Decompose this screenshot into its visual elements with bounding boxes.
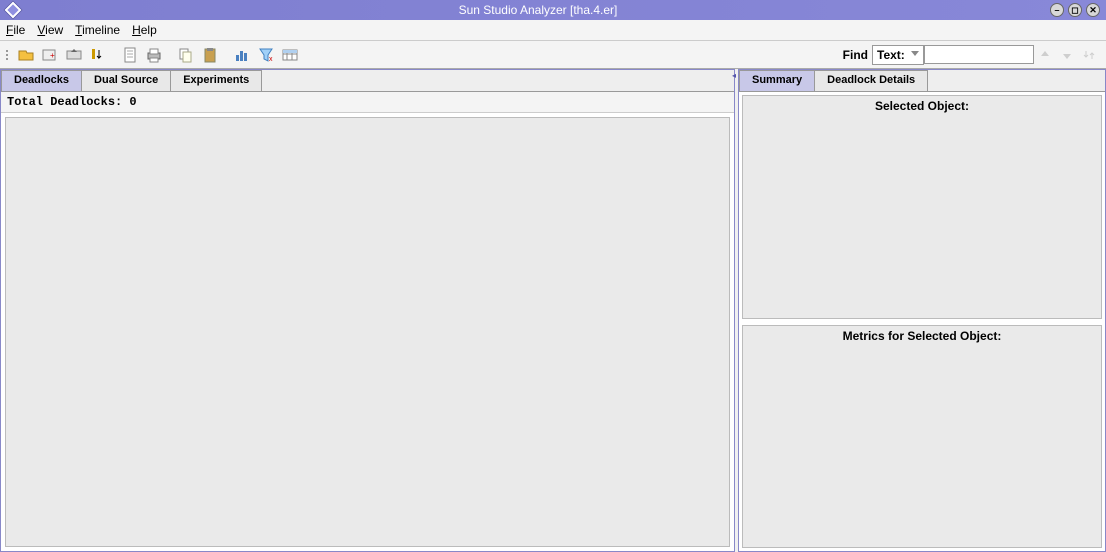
add-experiment-icon[interactable]: + bbox=[40, 45, 60, 65]
copy-icon[interactable] bbox=[176, 45, 196, 65]
sort-down-icon[interactable] bbox=[88, 45, 108, 65]
tab-experiments[interactable]: Experiments bbox=[170, 70, 262, 91]
content-area: Deadlocks Dual Source Experiments Total … bbox=[0, 69, 1106, 552]
metrics-header: Metrics for Selected Object: bbox=[743, 326, 1101, 346]
selected-object-panel: Selected Object: bbox=[742, 95, 1102, 319]
tab-summary[interactable]: Summary bbox=[739, 70, 815, 91]
find-down-icon[interactable] bbox=[1059, 47, 1075, 63]
left-tabs: Deadlocks Dual Source Experiments bbox=[1, 70, 734, 92]
svg-text:x: x bbox=[269, 56, 273, 63]
open-icon[interactable] bbox=[16, 45, 36, 65]
tab-deadlock-details[interactable]: Deadlock Details bbox=[814, 70, 928, 91]
minimize-button[interactable]: – bbox=[1050, 3, 1064, 17]
menu-help[interactable]: Help bbox=[132, 23, 157, 37]
window-title: Sun Studio Analyzer [tha.4.er] bbox=[26, 3, 1050, 17]
svg-text:+: + bbox=[50, 51, 55, 60]
deadlocks-listing bbox=[5, 117, 730, 547]
menu-file[interactable]: File bbox=[6, 23, 25, 37]
collapse-icon[interactable] bbox=[64, 45, 84, 65]
selected-object-header: Selected Object: bbox=[743, 96, 1101, 116]
right-tabs: Summary Deadlock Details bbox=[739, 70, 1105, 92]
left-pane: Deadlocks Dual Source Experiments Total … bbox=[0, 69, 735, 552]
close-button[interactable]: ✕ bbox=[1086, 3, 1100, 17]
window-titlebar: Sun Studio Analyzer [tha.4.er] – ◻ ✕ bbox=[0, 0, 1106, 20]
paste-icon[interactable] bbox=[200, 45, 220, 65]
menu-timeline[interactable]: Timeline bbox=[75, 23, 120, 37]
toolbar: + x Find Text: bbox=[0, 41, 1106, 69]
tab-deadlocks[interactable]: Deadlocks bbox=[1, 70, 82, 91]
find-sort-icon[interactable] bbox=[1081, 47, 1097, 63]
find-up-icon[interactable] bbox=[1037, 47, 1053, 63]
window-controls: – ◻ ✕ bbox=[1050, 3, 1100, 17]
find-type-dropdown[interactable]: Text: bbox=[872, 45, 924, 65]
toolbar-grip bbox=[6, 50, 8, 60]
find-label: Find bbox=[843, 48, 868, 62]
summary-sections: Selected Object: Metrics for Selected Ob… bbox=[739, 92, 1105, 551]
find-input[interactable] bbox=[924, 45, 1034, 64]
menu-bar: File View Timeline Help bbox=[0, 20, 1106, 41]
document-icon[interactable] bbox=[120, 45, 140, 65]
pane-splitter[interactable] bbox=[735, 69, 738, 552]
maximize-button[interactable]: ◻ bbox=[1068, 3, 1082, 17]
filter-icon[interactable]: x bbox=[256, 45, 276, 65]
total-deadlocks-label: Total Deadlocks: 0 bbox=[1, 92, 734, 113]
right-pane: Summary Deadlock Details Selected Object… bbox=[738, 69, 1106, 552]
metrics-panel: Metrics for Selected Object: bbox=[742, 325, 1102, 549]
tab-dual-source[interactable]: Dual Source bbox=[81, 70, 171, 91]
menu-view[interactable]: View bbox=[37, 23, 63, 37]
chart-icon[interactable] bbox=[232, 45, 252, 65]
table-icon[interactable] bbox=[280, 45, 300, 65]
app-icon bbox=[3, 0, 23, 20]
print-icon[interactable] bbox=[144, 45, 164, 65]
